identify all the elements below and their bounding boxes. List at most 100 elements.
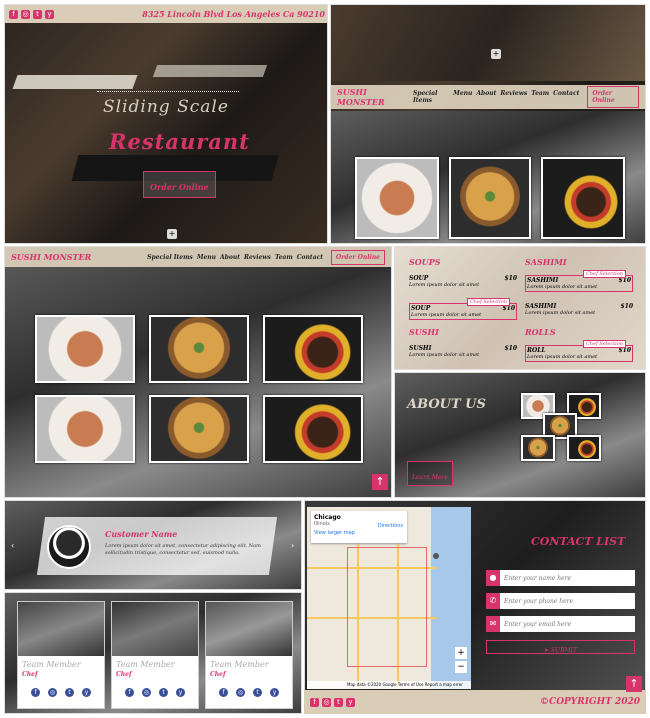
gallery-pizza-image[interactable] [149,315,249,383]
nav-contact[interactable]: Contact [553,90,579,104]
specials-panel: + SUSHI MONSTER Special Items Menu About… [330,4,646,244]
map-larger-link[interactable]: View larger map [314,530,404,536]
submit-button[interactable]: ➤ SUBMIT [486,640,635,654]
nav-about[interactable]: About [220,254,240,261]
yelp-icon[interactable]: y [270,688,279,697]
chef-selection-badge: Chef Selection [582,340,626,348]
scroll-down-button[interactable]: + [167,229,177,239]
menu-item[interactable]: Chef Selection SOUP $10 Lorem ipsum dolo… [409,298,517,320]
phone-field[interactable]: ✆ [486,593,635,609]
about-learn-more-button[interactable]: Learn More [407,461,453,486]
special-pizza-image[interactable] [449,157,531,239]
email-icon: ✉ [486,616,500,632]
menu-item[interactable]: SUSHI $10 Lorem ipsum dolor sit amet [409,345,517,358]
gallery-pasta-image[interactable] [35,395,135,463]
team-social-row: f ◎ t y [112,688,198,697]
special-steak-image[interactable] [541,157,625,239]
nav-order-button[interactable]: Order Online [331,249,385,265]
name-input[interactable] [500,574,630,582]
twitter-icon[interactable]: t [334,697,343,707]
nav-about[interactable]: About [476,90,496,104]
menu-item[interactable]: SASHIMI $10 Lorem ipsum dolor sit amet [525,303,633,316]
facebook-icon[interactable]: f [219,688,228,697]
menu-item[interactable]: Chef Selection ROLL $10 Lorem ipsum dolo… [525,340,633,362]
about-collage-image [521,435,555,461]
instagram-icon[interactable]: ◎ [48,688,57,697]
menu-item[interactable]: SOUP $10 Lorem ipsum dolor sit amet [409,275,517,288]
brand-logo[interactable]: SUSHI MONSTER [337,87,413,107]
team-member-name: Team Member [210,660,269,669]
nav-team[interactable]: Team [531,90,549,104]
nav-team[interactable]: Team [275,254,293,261]
hero-divider [97,91,239,92]
yelp-icon[interactable]: y [45,9,54,19]
review-prev-arrow[interactable]: ‹ [11,541,14,550]
menu-section-sashimi: SASHIMI [525,257,567,267]
yelp-icon[interactable]: y [82,688,91,697]
map-directions-link[interactable]: Directions [378,523,403,529]
yelp-icon[interactable]: y [176,688,185,697]
gallery-steak-image[interactable] [263,315,363,383]
instagram-icon[interactable]: ◎ [322,697,331,707]
gallery-panel: SUSHI MONSTER Special Items Menu About R… [4,246,392,498]
facebook-icon[interactable]: f [310,697,319,707]
hero-title-line2: Restaurant [109,129,250,154]
nav-reviews[interactable]: Reviews [244,254,271,261]
brand-logo[interactable]: SUSHI MONSTER [11,252,91,262]
team-member-role: Chef [22,671,38,678]
nav-special-items[interactable]: Special Items [413,90,449,104]
facebook-icon[interactable]: f [31,688,40,697]
hero-panel: f ◎ t y 8325 Lincoln Blvd Los Angeles Ca… [4,4,328,244]
menu-item[interactable]: Chef Selection SASHIMI $10 Lorem ipsum d… [525,270,633,292]
gallery-pizza-image[interactable] [149,395,249,463]
nav-order-button[interactable]: Order Online [587,86,639,108]
instagram-icon[interactable]: ◎ [21,9,30,19]
scroll-down-button[interactable]: + [491,49,501,59]
instagram-icon[interactable]: ◎ [142,688,151,697]
send-icon: ➤ [543,647,551,654]
special-pasta-image[interactable] [355,157,439,239]
about-title: ABOUT US [407,397,486,412]
twitter-icon[interactable]: t [65,688,74,697]
twitter-icon[interactable]: t [33,9,42,19]
email-field[interactable]: ✉ [486,616,635,632]
phone-icon: ✆ [486,593,500,609]
nav-special-items[interactable]: Special Items [147,254,193,261]
team-member-name: Team Member [116,660,175,669]
back-to-top-button[interactable]: ↑ [626,676,642,692]
map-zoom-in-button[interactable]: + [455,647,467,659]
review-next-arrow[interactable]: › [291,541,294,550]
about-collage-image [567,435,601,461]
gallery-pasta-image[interactable] [35,315,135,383]
yelp-icon[interactable]: y [346,697,355,707]
name-field[interactable]: ● [486,570,635,586]
gallery-steak-image[interactable] [263,395,363,463]
menu-section-rolls: ROLLS [525,327,556,337]
team-panel: Team Member Chef f ◎ t y Team Member Che… [4,592,302,714]
hero-title-line1: Sliding Scale [103,97,229,117]
team-social-row: f ◎ t y [206,688,292,697]
back-to-top-button[interactable]: ↑ [372,474,388,490]
nav-reviews[interactable]: Reviews [500,90,527,104]
google-map[interactable]: Chicago Illinois View larger map Directi… [307,507,471,689]
twitter-icon[interactable]: t [159,688,168,697]
phone-input[interactable] [500,597,630,605]
map-zoom-out-button[interactable]: − [455,661,467,673]
hero-order-button[interactable]: Order Online [143,171,216,198]
menu-section-soups: SOUPS [409,257,441,267]
email-input[interactable] [500,620,630,628]
nav-links: Special Items Menu About Reviews Team Co… [413,90,579,104]
team-member-photo [206,602,292,656]
nav-menu[interactable]: Menu [197,254,216,261]
map-boundary [347,547,427,667]
map-place: Chicago [314,514,341,521]
facebook-icon[interactable]: f [9,9,18,19]
instagram-icon[interactable]: ◎ [236,688,245,697]
map-pin-icon[interactable] [433,553,439,559]
facebook-icon[interactable]: f [125,688,134,697]
team-member-card: Team Member Chef f ◎ t y [205,601,293,709]
nav-contact[interactable]: Contact [297,254,323,261]
nav-links: Special Items Menu About Reviews Team Co… [147,254,323,261]
twitter-icon[interactable]: t [253,688,262,697]
nav-menu[interactable]: Menu [453,90,472,104]
